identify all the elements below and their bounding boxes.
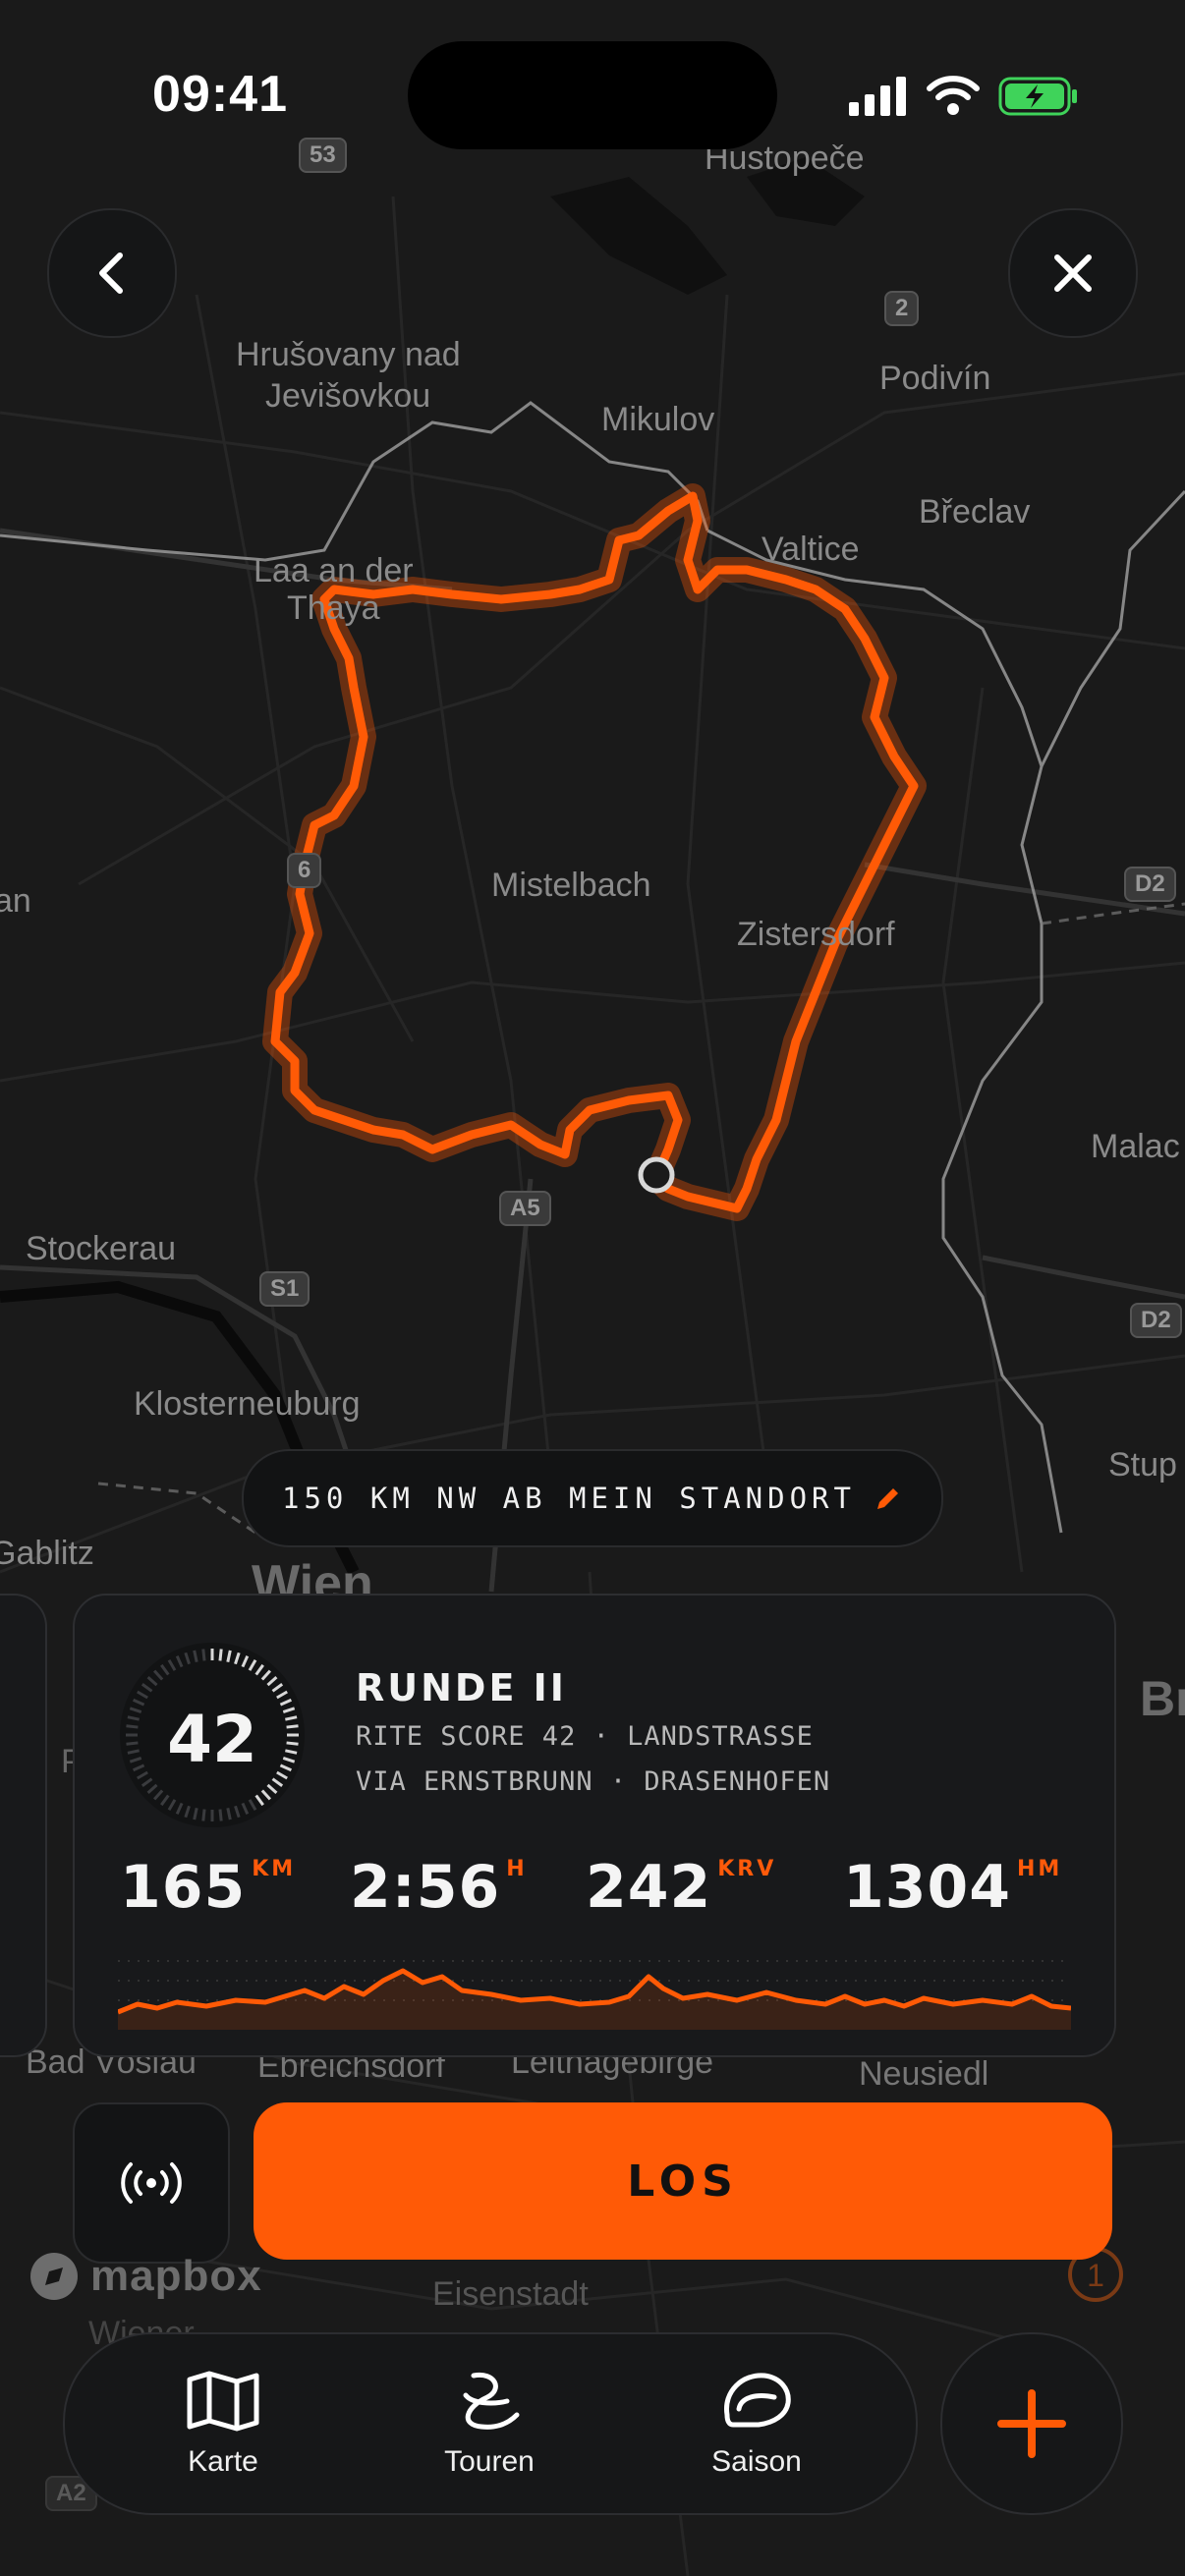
- place-label: Br: [1140, 1671, 1185, 1726]
- tab-label: Saison: [711, 2445, 802, 2478]
- stat-curves: 242 KRV: [586, 1853, 777, 1922]
- tab-bar: Karte Touren Saison: [63, 2332, 918, 2515]
- broadcast-icon: [121, 2162, 182, 2204]
- place-label: Jevišovkou: [265, 377, 431, 415]
- route-card[interactable]: 42 RUNDE II RITE SCORE 42 · LANDSTRASSE …: [73, 1594, 1116, 2057]
- wifi-icon: [927, 76, 980, 115]
- gauge-tick: [201, 1809, 206, 1821]
- place-label: Valtice: [762, 531, 860, 568]
- close-button[interactable]: [1008, 208, 1138, 338]
- place-label: Podivín: [879, 360, 991, 397]
- dynamic-island: [408, 41, 777, 149]
- status-bar: 09:41: [0, 0, 1185, 149]
- place-label: Eisenstadt: [432, 2275, 589, 2313]
- place-label: Thaya: [287, 589, 380, 627]
- tab-karte[interactable]: Karte: [125, 2370, 321, 2479]
- stat-duration: 2:56 H: [350, 1853, 528, 1922]
- battery-charging-icon: [998, 77, 1077, 116]
- road-shield: A5: [499, 1191, 551, 1226]
- start-ride-button[interactable]: LOS: [254, 2102, 1112, 2260]
- tab-label: Touren: [444, 2445, 535, 2478]
- plus-icon: [997, 2389, 1066, 2458]
- route-via: VIA ERNSTBRUNN · DRASENHOFEN: [356, 1766, 831, 1797]
- road-shield: 2: [884, 291, 920, 326]
- route-icon: [463, 2372, 520, 2430]
- place-label: Hrušovany nad: [236, 336, 461, 373]
- gauge-tick: [201, 1649, 206, 1661]
- road-shield: 53: [299, 138, 347, 173]
- live-share-button[interactable]: [73, 2102, 230, 2264]
- destination-pill[interactable]: 150 KM NW AB MEIN STANDORT: [242, 1449, 943, 1547]
- tab-saison[interactable]: Saison: [658, 2370, 855, 2479]
- place-label: Zistersdorf: [737, 916, 895, 953]
- road-shield: D2: [1130, 1303, 1182, 1338]
- road-shield: 6: [287, 853, 322, 888]
- place-label: Mistelbach: [491, 867, 651, 904]
- place-label: Mikulov: [601, 401, 715, 438]
- chevron-left-icon: [99, 252, 123, 294]
- destination-label: 150 KM NW AB MEIN STANDORT: [282, 1482, 856, 1515]
- place-label: Malac: [1091, 1128, 1180, 1165]
- place-label: Stup: [1108, 1446, 1177, 1484]
- road-shield: S1: [259, 1271, 310, 1307]
- place-label: Stockerau: [26, 1230, 177, 1267]
- mapbox-icon: [30, 2253, 78, 2300]
- start-marker[interactable]: [638, 1156, 675, 1194]
- status-time: 09:41: [152, 66, 288, 123]
- place-label: Laa an der: [254, 552, 414, 589]
- place-label: Neusiedl: [859, 2055, 989, 2093]
- tab-label: Karte: [188, 2445, 258, 2478]
- score-value: 42: [167, 1702, 257, 1777]
- place-label: an: [0, 882, 31, 920]
- gauge-tick: [218, 1809, 223, 1821]
- place-label: Gablitz: [0, 1535, 94, 1572]
- map-icon: [187, 2371, 259, 2432]
- tab-touren[interactable]: Touren: [391, 2370, 588, 2479]
- route-title: RUNDE II: [356, 1666, 567, 1709]
- place-label: Klosterneuburg: [134, 1385, 361, 1423]
- pencil-icon: [876, 1488, 898, 1509]
- add-button[interactable]: [940, 2332, 1123, 2515]
- stat-elevation: 1304 HM: [843, 1853, 1063, 1922]
- previous-route-card[interactable]: [0, 1594, 47, 2057]
- helmet-icon: [724, 2373, 791, 2428]
- place-label: Břeclav: [919, 493, 1031, 531]
- gauge-tick: [218, 1649, 223, 1661]
- route-subtitle: RITE SCORE 42 · LANDSTRASSE: [356, 1721, 814, 1752]
- signal-icon: [849, 77, 906, 116]
- elevation-profile: [118, 1960, 1071, 2030]
- poi-badge-number: 1: [1087, 2258, 1104, 2293]
- mapbox-logo: mapbox: [28, 2250, 262, 2303]
- close-icon: [1054, 254, 1092, 292]
- road-shield: D2: [1124, 867, 1176, 902]
- stat-distance: 165 KM: [120, 1853, 297, 1922]
- back-button[interactable]: [47, 208, 177, 338]
